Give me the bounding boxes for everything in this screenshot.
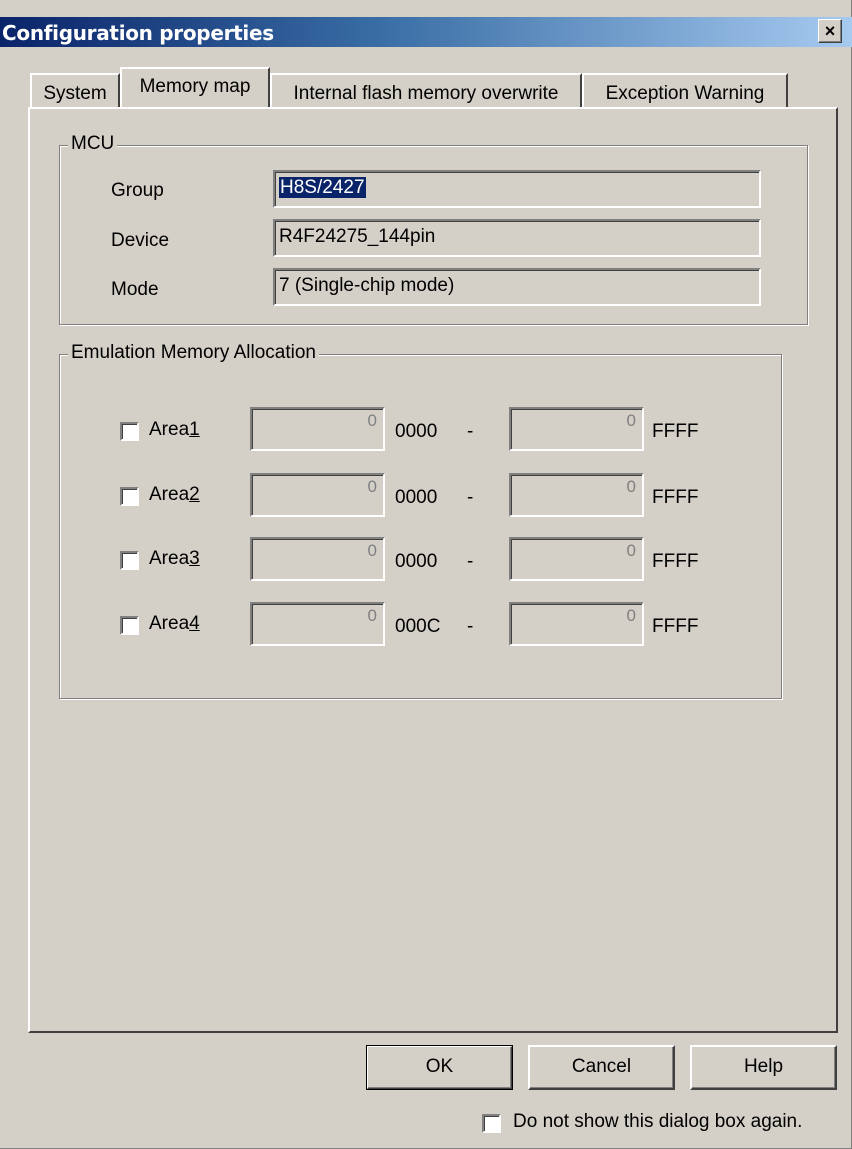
area3-end-suffix: FFFF <box>652 551 699 572</box>
help-button[interactable]: Help <box>690 1045 837 1090</box>
area3-end-input[interactable]: 0 <box>509 537 644 581</box>
mode-label: Mode <box>111 279 159 300</box>
dont-show-again-checkbox[interactable] <box>482 1114 501 1133</box>
mode-value: 7 (Single-chip mode) <box>279 275 455 296</box>
ok-button[interactable]: OK <box>366 1045 513 1090</box>
area4-start-suffix: 000C <box>395 616 441 637</box>
area1-start-suffix: 0000 <box>395 421 438 442</box>
tab-exception-warning[interactable]: Exception Warning <box>582 73 788 107</box>
tab-memory-map[interactable]: Memory map <box>120 67 270 107</box>
memory-map-panel: MCU Group H8S/2427 Device R4F24275_144pi… <box>28 107 838 1033</box>
area1-start-input[interactable]: 0 <box>250 407 385 451</box>
title-bar: Configuration properties × <box>0 17 852 47</box>
area4-dash: - <box>467 616 474 637</box>
tab-label: Exception Warning <box>605 83 765 104</box>
area1-checkbox[interactable] <box>120 422 139 441</box>
emulation-group-title: Emulation Memory Allocation <box>68 342 319 364</box>
configuration-dialog: Configuration properties × System Memory… <box>0 0 852 1149</box>
area3-label: Area3 <box>149 548 200 569</box>
area2-start-suffix: 0000 <box>395 487 438 508</box>
close-button[interactable]: × <box>818 19 842 43</box>
area3-start-suffix: 0000 <box>395 551 438 572</box>
area1-end-input[interactable]: 0 <box>509 407 644 451</box>
area4-checkbox[interactable] <box>120 616 139 635</box>
area4-label: Area4 <box>149 613 200 634</box>
group-field[interactable]: H8S/2427 <box>273 170 761 208</box>
close-icon: × <box>824 21 836 41</box>
cancel-button[interactable]: Cancel <box>528 1045 675 1090</box>
tab-label: Internal flash memory overwrite <box>293 83 559 104</box>
area4-end-input[interactable]: 0 <box>509 602 644 646</box>
group-value: H8S/2427 <box>279 177 366 198</box>
device-label: Device <box>111 230 170 251</box>
area4-end-suffix: FFFF <box>652 616 699 637</box>
area2-end-input[interactable]: 0 <box>509 473 644 517</box>
tab-system[interactable]: System <box>30 73 120 107</box>
area4-start-input[interactable]: 0 <box>250 602 385 646</box>
mcu-groupbox: MCU Group H8S/2427 Device R4F24275_144pi… <box>59 133 808 325</box>
area2-checkbox[interactable] <box>120 487 139 506</box>
area2-start-input[interactable]: 0 <box>250 473 385 517</box>
area2-label: Area2 <box>149 484 200 505</box>
area3-checkbox[interactable] <box>120 551 139 570</box>
group-label: Group <box>111 180 164 201</box>
area3-start-input[interactable]: 0 <box>250 537 385 581</box>
area1-label: Area1 <box>149 419 200 440</box>
device-field[interactable]: R4F24275_144pin <box>273 219 761 257</box>
area1-dash: - <box>467 421 474 442</box>
area3-dash: - <box>467 551 474 572</box>
tab-internal-flash-memory-overwrite[interactable]: Internal flash memory overwrite <box>270 73 582 107</box>
window-title: Configuration properties <box>2 21 274 45</box>
tab-label: Memory map <box>139 76 251 97</box>
device-value: R4F24275_144pin <box>279 226 436 247</box>
tab-label: System <box>43 83 107 104</box>
emulation-memory-groupbox: Emulation Memory Allocation Area1 0 0000… <box>59 342 782 699</box>
dont-show-again-label: Do not show this dialog box again. <box>513 1111 803 1132</box>
mcu-group-title: MCU <box>68 133 118 155</box>
mode-field[interactable]: 7 (Single-chip mode) <box>273 268 761 306</box>
area1-end-suffix: FFFF <box>652 421 699 442</box>
area2-dash: - <box>467 487 474 508</box>
area2-end-suffix: FFFF <box>652 487 699 508</box>
